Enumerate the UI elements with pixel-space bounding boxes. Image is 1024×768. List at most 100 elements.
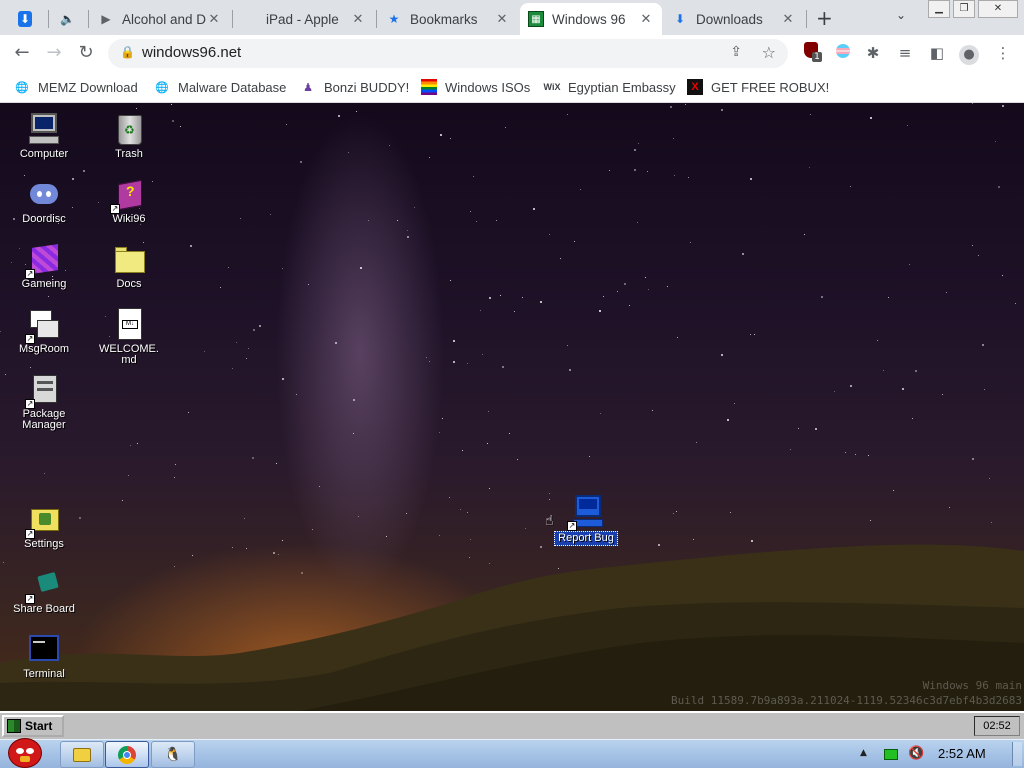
tab-alcohol[interactable]: ▶ Alcohol and D ✕ [90,3,230,35]
win96-clock[interactable]: 02:52 [974,716,1020,736]
icon-label: Terminal [23,668,65,680]
tab-download-pinned[interactable]: ⬇ [10,3,48,35]
bookmark-egyptian-embassy[interactable]: WiX Egyptian Embassy [544,76,676,98]
build-watermark-version: Build 11589.7b9a893a.211024-1119.52346c3… [671,694,1022,707]
share-icon[interactable]: ⇪ [730,44,742,60]
apple-icon [242,11,258,27]
win96-taskbar: Start 02:52 [0,711,1024,739]
tab-bookmarks[interactable]: ★ Bookmarks ✕ [378,3,518,35]
wix-icon: WiX [543,82,561,92]
rainbow-flag-icon [421,79,437,95]
profile-avatar-icon[interactable]: ● [958,42,980,65]
bookmark-free-robux[interactable]: X GET FREE ROBUX! [687,76,829,98]
desktop-icon-welcome-md[interactable]: M↓ WELCOME.md [88,308,170,366]
flag-extension-icon[interactable] [832,42,854,64]
desktop-icon-settings[interactable]: ↗ Settings [3,503,85,550]
bug-report-icon: ↗ [567,495,603,531]
network-icon[interactable] [884,749,898,760]
extensions-puzzle-icon[interactable]: ✱ [862,42,884,64]
icon-label: WELCOME.md [99,343,159,366]
url-text[interactable]: windows96.net [142,44,241,61]
tab-label: Downloads [696,11,763,27]
tab-label: Alcohol and D [122,11,206,27]
shortcut-arrow-icon: ↗ [25,594,35,604]
bookmark-label: Bonzi BUDDY! [324,79,410,95]
bookmark-tag-icon: ▶ [101,12,111,26]
icon-label: Report Bug [554,531,618,546]
penguin-icon: 🐧 [164,746,182,763]
forward-icon[interactable]: → [42,41,66,65]
desktop-icon-gameing[interactable]: ↗ Gameing [3,243,85,290]
folder-icon [73,747,91,762]
globe-icon: 🌐 [155,81,169,94]
reload-icon[interactable]: ↻ [74,41,98,65]
bookmark-star-icon[interactable]: ☆ [762,43,776,62]
tab-windows96[interactable]: ▦ Windows 96 ✕ [520,3,662,35]
shortcut-arrow-icon: ↗ [25,269,35,279]
icon-label: Wiki96 [112,213,146,225]
tab-audio-pinned[interactable]: 🔈 [52,3,88,35]
bookmark-memz[interactable]: 🌐 MEMZ Download [14,76,138,98]
desktop-icon-docs[interactable]: Docs [88,243,170,290]
desktop-icon-doordisc[interactable]: Doordisc [3,178,85,225]
share-icon: ↗ [25,568,61,604]
close-icon[interactable]: ✕ [494,12,510,27]
system-clock[interactable]: 2:52 AM [938,746,986,761]
taskbar-app-button[interactable]: 🐧 [151,741,195,768]
chrome-icon [118,745,136,764]
bonzi-icon: ♟ [303,81,313,94]
x-icon: X [687,79,703,95]
new-tab-button[interactable]: + [816,6,833,30]
desktop-icon-msgroom[interactable]: ↗ MsgRoom [3,308,85,355]
close-icon[interactable]: ✕ [350,12,366,27]
build-watermark-title: Windows 96 main [922,679,1022,692]
angry-birds-start-orb-icon[interactable] [2,732,48,768]
bookmark-label: Windows ISOs [445,79,531,95]
shortcut-arrow-icon: ↗ [567,521,577,531]
bookmark-windows-isos[interactable]: Windows ISOs [421,76,530,98]
media-control-icon[interactable]: ≡ [894,42,916,64]
close-window-button[interactable]: ✕ [978,0,1018,18]
restore-button[interactable]: ❐ [953,0,975,18]
desktop-icon-terminal[interactable]: Terminal [3,633,85,680]
side-panel-icon[interactable]: ◧ [926,42,948,64]
win96-desktop[interactable]: Computer Doordisc ↗ Gameing ↗ MsgRoom ↗ [0,103,1024,711]
cube-icon: ↗ [25,243,61,279]
browser-toolbar: ← → ↻ 🔒 windows96.net ⇪ ☆ 1 ✱ ≡ ◧ ● ⋮ [0,35,1024,71]
bookmark-label: MEMZ Download [38,79,138,95]
download-icon: ⬇ [18,11,32,27]
tab-downloads[interactable]: ⬇ Downloads ✕ [664,3,804,35]
desktop-icon-trash[interactable]: ♻ Trash [88,113,170,160]
terminal-icon [27,633,61,667]
trash-icon: ♻ [112,113,146,147]
show-hidden-icons-icon[interactable]: ▲ [860,748,867,758]
ublock-extension-icon[interactable]: 1 [800,42,822,64]
minimize-button[interactable]: ▁ [928,0,950,18]
icon-label: Share Board [13,603,75,615]
back-icon[interactable]: ← [10,41,34,65]
desktop-icon-computer[interactable]: Computer [3,113,85,160]
menu-kebab-icon[interactable]: ⋮ [992,42,1014,64]
taskbar-explorer-button[interactable] [60,741,104,768]
tab-label: Windows 96 [552,11,626,27]
show-desktop-button[interactable] [1012,742,1022,766]
taskbar-chrome-button[interactable] [105,741,149,768]
volume-muted-icon[interactable]: 🔇 [908,746,924,761]
close-icon[interactable]: ✕ [780,12,796,27]
tab-ipad-apple[interactable]: iPad - Apple ✕ [234,3,374,35]
tab-search-chevron-icon[interactable]: ⌄ [896,8,906,22]
shortcut-arrow-icon: ↗ [25,529,35,539]
icon-label: Computer [19,148,69,160]
desktop-icon-wiki96[interactable]: ? ↗ Wiki96 [88,178,170,225]
lock-icon[interactable]: 🔒 [120,45,135,59]
icon-label: Trash [115,148,143,160]
close-icon[interactable]: ✕ [638,12,654,27]
os-taskbar: 🐧 ▲ 🔇 2:52 AM [0,738,1024,768]
bookmark-bonzi-buddy[interactable]: ♟ Bonzi BUDDY! [300,76,409,98]
address-bar[interactable]: 🔒 windows96.net ⇪ ☆ [108,39,788,68]
desktop-icon-share-board[interactable]: ↗ Share Board [3,568,85,615]
package-icon: ↗ [25,373,61,409]
desktop-icon-package-manager[interactable]: ↗ Package Manager [3,373,85,431]
close-icon[interactable]: ✕ [206,12,222,27]
bookmark-malware-database[interactable]: 🌐 Malware Database [154,76,286,98]
